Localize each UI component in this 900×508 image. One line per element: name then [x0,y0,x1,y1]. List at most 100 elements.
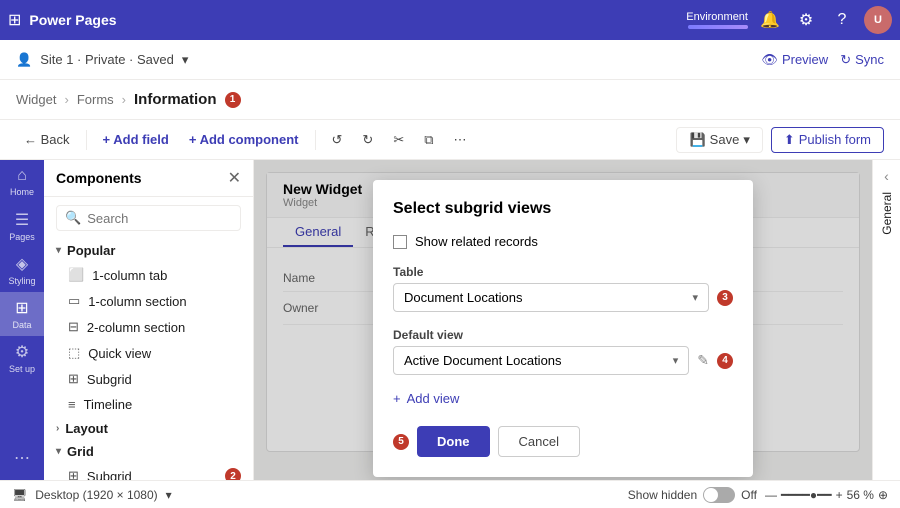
desktop-chevron[interactable]: ▾ [166,488,172,502]
comp-1col-section[interactable]: ▭ 1-column section [44,288,253,314]
show-hidden-toggle[interactable] [703,487,735,503]
breadcrumb-widget[interactable]: Widget [16,92,56,107]
sidebar-item-setup[interactable]: ⚙ Set up [0,336,44,380]
search-icon: 🔍 [65,210,81,226]
apps-icon[interactable]: ⊞ [8,10,21,30]
save-button[interactable]: 💾 Save ▾ [676,127,762,153]
sidebar-item-home[interactable]: ⌂ Home [0,160,44,204]
comp-1col-tab[interactable]: ⬜ 1-column tab [44,262,253,288]
home-icon: ⌂ [17,167,27,185]
sidebar-item-data[interactable]: ⊞ Data [0,292,44,336]
zoom-plus[interactable]: + [836,488,843,502]
cut-button[interactable]: ✂ [385,128,412,152]
popular-label: Popular [67,243,115,258]
sidebar-more-button[interactable]: ⋯ [0,436,44,480]
desktop-icon: 🖥 [12,488,27,502]
add-field-button[interactable]: + Add field [95,128,177,151]
comp-1col-section-label: 1-column section [88,294,186,309]
comp-subgrid-popular-icon: ⊞ [68,371,79,387]
layout-label: Layout [65,421,108,436]
dialog-title: Select subgrid views [393,200,733,218]
table-chevron: ▾ [692,291,698,304]
site-icon: 👤 [16,52,32,68]
breadcrumb-forms[interactable]: Forms [77,92,114,107]
preview-icon: 👁 [761,52,778,68]
save-chevron[interactable]: ▾ [743,132,750,148]
default-view-select[interactable]: Active Document Locations ▾ [393,346,689,375]
comp-2col-section-label: 2-column section [87,320,185,335]
zoom-minus[interactable]: — [765,488,777,502]
breadcrumb-sep-1: › [64,92,68,107]
subgrid-dialog: Select subgrid views Show related record… [373,180,753,477]
zoom-icon[interactable]: ⊕ [878,488,888,502]
table-select[interactable]: Document Locations ▾ [393,283,709,312]
popular-section[interactable]: ▾ Popular [44,239,253,262]
styling-label: Styling [8,276,35,286]
comp-1col-tab-icon: ⬜ [68,267,84,283]
general-label[interactable]: General [880,192,894,235]
more-icon: ⋯ [14,448,30,468]
toolbar: ← Back + Add field + Add component ↺ ↻ ✂… [0,120,900,160]
comp-quick-view-label: Quick view [88,346,151,361]
grid-section[interactable]: ▾ Grid [44,440,253,463]
zoom-value: 56 % [847,488,874,502]
components-panel: Components ✕ 🔍 ▾ Popular ⬜ 1-column tab … [44,160,254,480]
comp-subgrid-grid[interactable]: ⊞ Subgrid 2 [44,463,253,480]
layout-section[interactable]: › Layout [44,417,253,440]
comp-2col-section[interactable]: ⊟ 2-column section [44,314,253,340]
sync-icon: ↻ [840,52,851,68]
help-icon[interactable]: ? [828,6,856,34]
show-related-checkbox[interactable] [393,235,407,249]
redo-button[interactable]: ↻ [354,128,381,152]
styling-icon: ◈ [16,254,28,274]
back-button[interactable]: ← Back [16,128,78,151]
sidebar-item-pages[interactable]: ☰ Pages [0,204,44,248]
table-select-row: Document Locations ▾ 3 [393,283,733,312]
show-hidden-label: Show hidden [628,488,697,502]
panel-header: Components ✕ [44,160,253,197]
status-right: Show hidden Off — ━━━━●━━ + 56 % ⊕ [628,487,888,503]
comp-timeline[interactable]: ≡ Timeline [44,392,253,417]
table-select-value: Document Locations [404,290,523,305]
comp-timeline-icon: ≡ [68,397,76,412]
comp-subgrid-popular[interactable]: ⊞ Subgrid [44,366,253,392]
env-bar [688,25,748,29]
search-box[interactable]: 🔍 [56,205,241,231]
publish-icon: ⬆ [784,132,795,148]
show-hidden-control: Show hidden Off [628,487,757,503]
settings-icon[interactable]: ⚙ [792,6,820,34]
publish-button[interactable]: ⬆ Publish form [771,127,884,153]
comp-subgrid-grid-label: Subgrid [87,469,132,481]
site-chevron[interactable]: ▾ [182,52,189,68]
search-input[interactable] [87,211,232,226]
badge-4: 4 [717,353,733,369]
right-chevron-icon[interactable]: ‹ [884,168,889,184]
comp-quick-view[interactable]: ⬚ Quick view [44,340,253,366]
desktop-label: Desktop (1920 × 1080) [35,488,157,502]
close-panel-button[interactable]: ✕ [228,168,241,188]
default-view-value: Active Document Locations [404,353,562,368]
sync-button[interactable]: ↻ Sync [840,52,884,68]
save-label: Save [710,132,740,147]
add-component-button[interactable]: + Add component [181,128,307,151]
show-related-row[interactable]: Show related records [393,234,733,249]
comp-subgrid-grid-icon: ⊞ [68,468,79,480]
cancel-button[interactable]: Cancel [498,426,580,457]
publish-label: Publish form [799,132,871,147]
notification-icon[interactable]: 🔔 [756,6,784,34]
user-avatar[interactable]: U [864,6,892,34]
preview-button[interactable]: 👁 Preview [761,52,828,68]
undo-button[interactable]: ↺ [324,128,351,152]
preview-label: Preview [782,52,828,67]
copy-button[interactable]: ⧉ [416,128,441,152]
sidebar-item-styling[interactable]: ◈ Styling [0,248,44,292]
comp-2col-section-icon: ⊟ [68,319,79,335]
add-view-row[interactable]: + Add view [393,391,733,406]
more-actions-button[interactable]: ⋯ [446,128,475,152]
zoom-slider[interactable]: ━━━━●━━ [781,488,832,502]
data-label: Data [12,320,31,330]
badge-5: 5 [393,434,409,450]
top-bar-right: Environment 🔔 ⚙ ? U [686,6,892,34]
done-button[interactable]: Done [417,426,490,457]
edit-icon[interactable]: ✎ [697,352,709,369]
